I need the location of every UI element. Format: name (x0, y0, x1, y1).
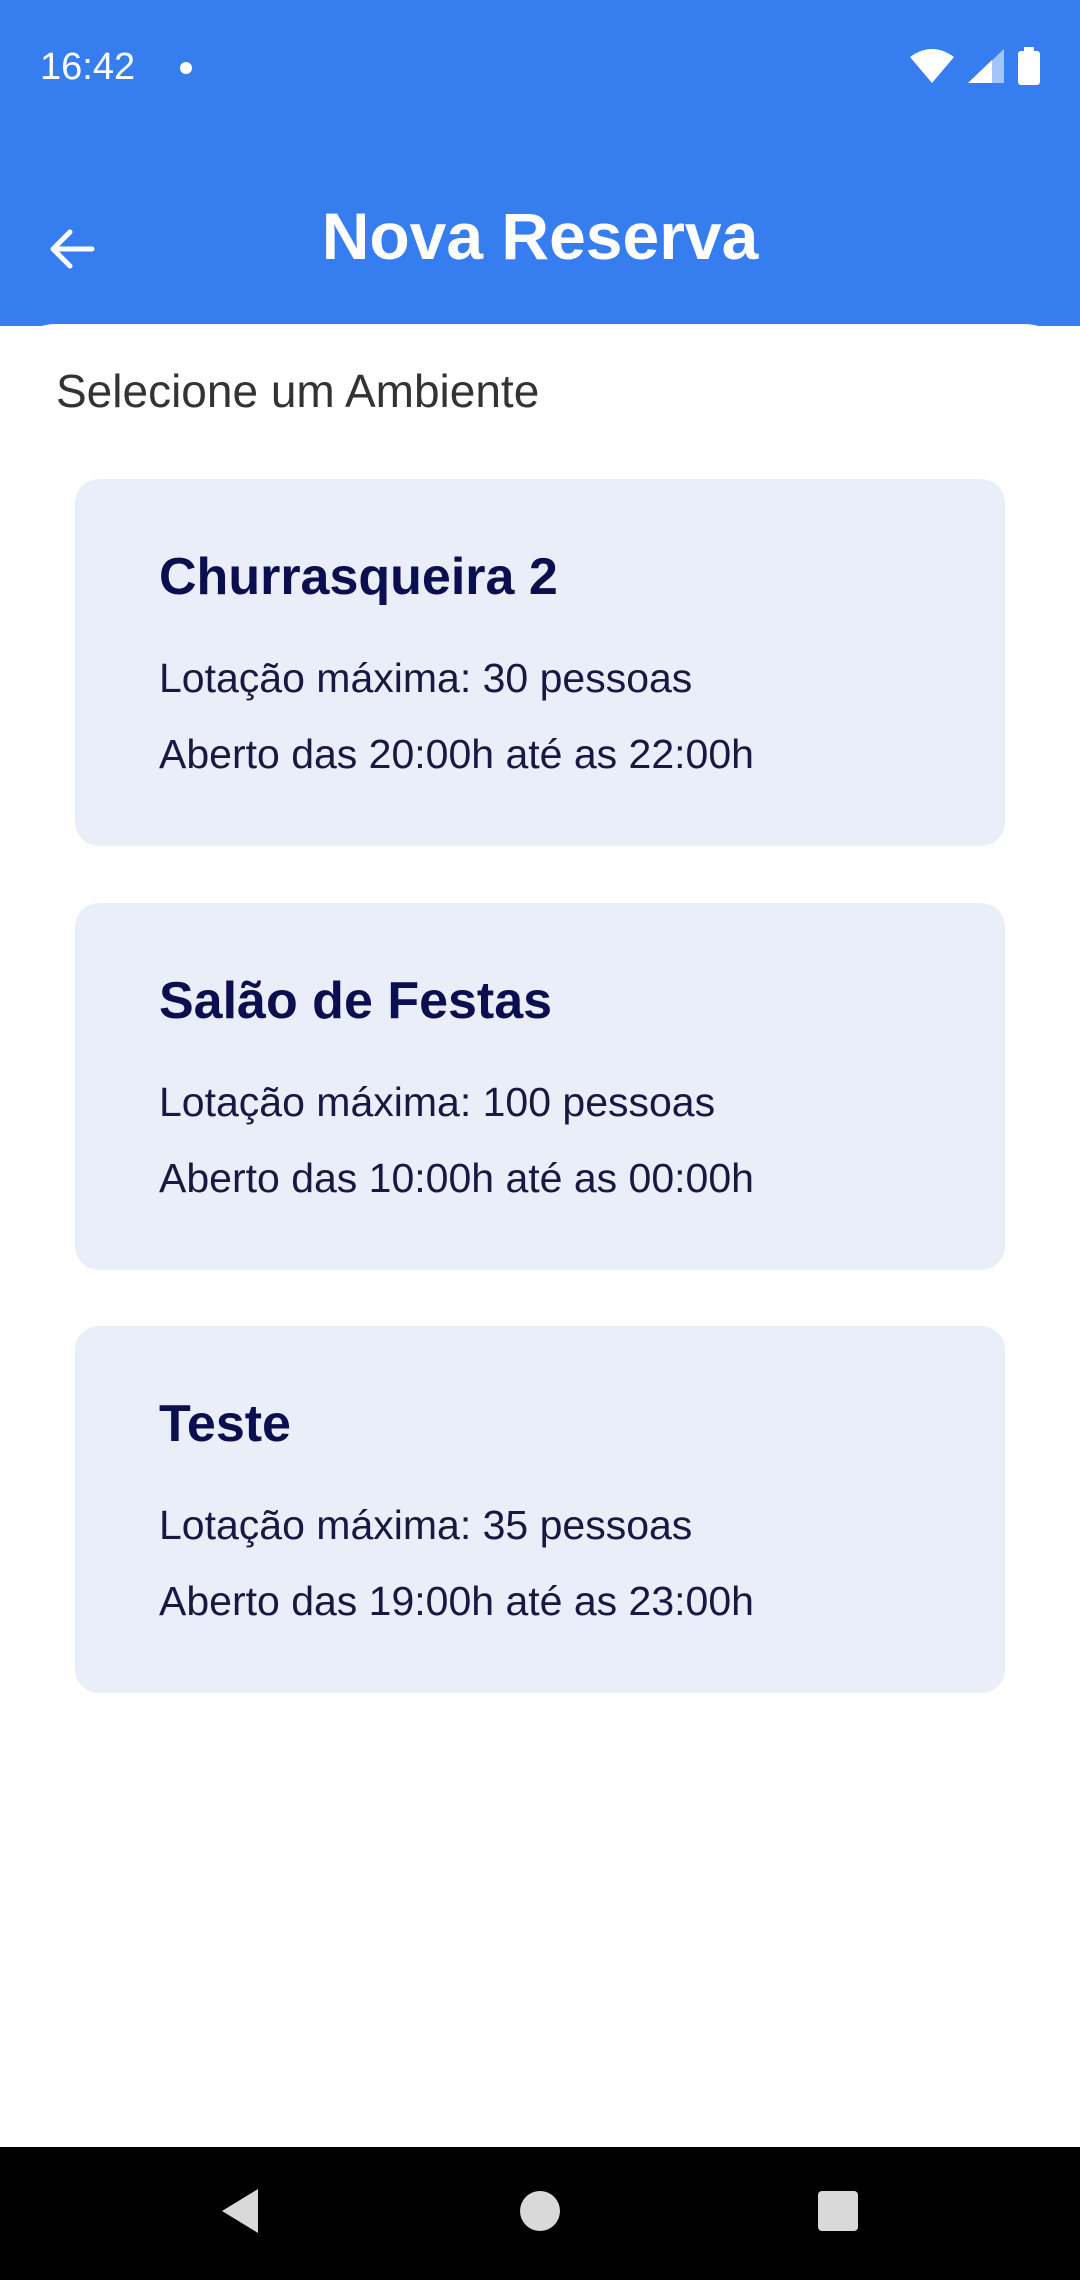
battery-icon (1018, 46, 1040, 90)
status-icons (910, 46, 1040, 90)
home-circle-icon (518, 2189, 562, 2238)
ambiente-hours: Aberto das 20:00h até as 22:00h (159, 731, 754, 777)
ambiente-name: Teste (159, 1395, 291, 1453)
ambiente-capacity: Lotação máxima: 30 pessoas (159, 655, 693, 701)
ambiente-card[interactable]: Salão de Festas Lotação máxima: 100 pess… (75, 903, 1005, 1270)
ambiente-hours: Aberto das 10:00h até as 00:00h (159, 1155, 754, 1201)
cellular-signal-icon (968, 48, 1004, 88)
nav-back-button[interactable] (212, 2185, 268, 2241)
wifi-icon (910, 48, 954, 88)
ambiente-hours: Aberto das 19:00h até as 23:00h (159, 1578, 754, 1624)
system-nav-bar (0, 2147, 1080, 2280)
back-triangle-icon (218, 2187, 262, 2240)
recents-square-icon (817, 2190, 859, 2237)
ambiente-capacity: Lotação máxima: 35 pessoas (159, 1502, 693, 1548)
status-time: 16:42 (40, 46, 136, 88)
app-header: Nova Reserva (0, 140, 1080, 326)
status-bar: 16:42 (0, 0, 1080, 140)
nav-recents-button[interactable] (810, 2185, 866, 2241)
ambiente-card[interactable]: Churrasqueira 2 Lotação máxima: 30 pesso… (75, 479, 1005, 846)
ambiente-name: Salão de Festas (159, 972, 553, 1030)
ambiente-card[interactable]: Teste Lotação máxima: 35 pessoas Aberto … (75, 1326, 1005, 1693)
content-sheet: Selecione um Ambiente Churrasqueira 2 Lo… (0, 324, 1080, 2147)
page-title: Nova Reserva (321, 199, 759, 273)
section-subtitle: Selecione um Ambiente (56, 365, 540, 417)
ambiente-name: Churrasqueira 2 (159, 548, 558, 606)
ambiente-capacity: Lotação máxima: 100 pessoas (159, 1079, 716, 1125)
notification-dot-icon (180, 62, 192, 74)
nav-home-button[interactable] (512, 2185, 568, 2241)
